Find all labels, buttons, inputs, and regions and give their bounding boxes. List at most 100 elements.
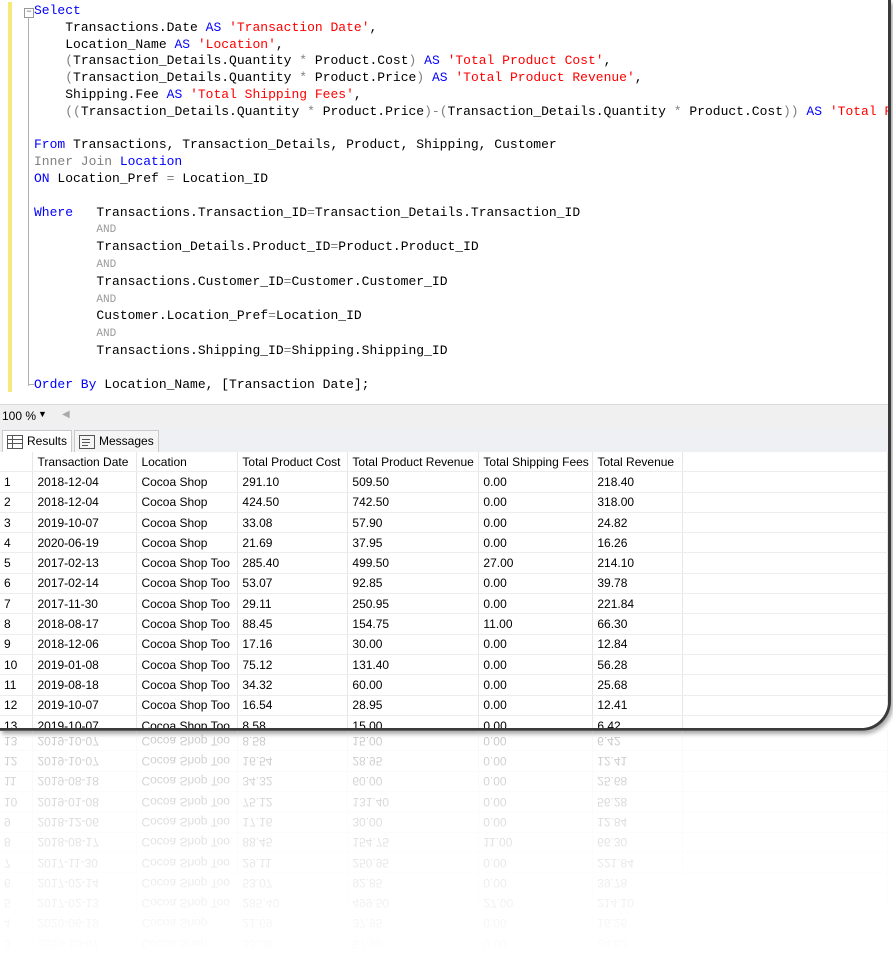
table-cell[interactable]: 15.00 [347, 715, 480, 728]
collapse-toggle-icon[interactable]: − [24, 8, 34, 18]
table-cell[interactable]: 509.50 [347, 471, 480, 493]
column-header[interactable]: Transaction Date [32, 452, 138, 473]
table-cell[interactable]: Cocoa Shop Too [136, 593, 239, 615]
table-cell[interactable]: Cocoa Shop Too [136, 695, 239, 716]
column-header[interactable]: Total Product Revenue [347, 452, 480, 473]
table-cell[interactable]: Cocoa Shop Too [136, 674, 239, 696]
table-cell[interactable]: 92.85 [347, 573, 480, 595]
table-cell[interactable]: 16.26 [592, 532, 684, 554]
table-cell[interactable]: Cocoa Shop Too [136, 654, 239, 676]
table-cell[interactable]: 2020-06-19 [32, 532, 138, 554]
table-cell[interactable]: Cocoa Shop [136, 492, 239, 513]
table-cell[interactable]: 250.95 [347, 593, 480, 615]
table-cell[interactable]: 0.00 [478, 512, 594, 534]
table-cell[interactable]: 214.10 [592, 552, 684, 574]
table-cell[interactable]: Cocoa Shop Too [136, 552, 239, 574]
table-cell[interactable]: 0.00 [478, 634, 594, 655]
table-cell[interactable]: Cocoa Shop Too [136, 715, 239, 728]
table-cell[interactable]: 17.16 [237, 634, 349, 655]
scroll-left-icon[interactable]: ◀ [62, 409, 70, 420]
table-cell[interactable]: 24.82 [592, 512, 684, 534]
row-number[interactable]: 13 [0, 715, 34, 728]
table-cell[interactable]: 154.75 [347, 613, 480, 635]
row-number[interactable]: 11 [0, 674, 34, 696]
table-cell[interactable]: 2019-01-08 [32, 654, 138, 676]
table-row[interactable]: 2 2018-12-04 Cocoa Shop 424.50 742.50 0.00 318… [0, 492, 888, 513]
table-cell[interactable]: 88.45 [237, 613, 349, 635]
table-cell[interactable]: 60.00 [347, 674, 480, 696]
row-number-header[interactable] [0, 452, 34, 473]
table-cell[interactable]: 8.58 [237, 715, 349, 728]
table-cell[interactable]: 30.00 [347, 634, 480, 655]
table-cell[interactable]: 12.41 [592, 695, 684, 716]
row-number[interactable]: 12 [0, 695, 34, 716]
table-cell[interactable]: 33.08 [237, 512, 349, 534]
table-cell[interactable]: 285.40 [237, 552, 349, 574]
query-editor[interactable]: − Select Transactions.Date AS 'Transacti… [0, 0, 888, 400]
table-cell[interactable]: 0.00 [478, 695, 594, 716]
table-cell[interactable]: 0.00 [478, 715, 594, 728]
table-row[interactable]: 1 2018-12-04 Cocoa Shop 291.10 509.50 0.00 218… [0, 471, 888, 493]
table-cell[interactable]: 2017-02-14 [32, 573, 138, 595]
table-row[interactable]: 6 2017-02-14 Cocoa Shop Too 53.07 92.85 0.00 3… [0, 573, 888, 595]
table-cell[interactable]: 34.32 [237, 674, 349, 696]
table-cell[interactable]: Cocoa Shop [136, 532, 239, 554]
table-cell[interactable]: 742.50 [347, 492, 480, 513]
zoom-level[interactable]: 100 % [2, 409, 36, 423]
table-row[interactable]: 8 2018-08-17 Cocoa Shop Too 88.45 154.75 11.0… [0, 613, 888, 635]
table-cell[interactable]: 2019-10-07 [32, 715, 138, 728]
table-cell[interactable]: 28.95 [347, 695, 480, 716]
table-cell[interactable]: 318.00 [592, 492, 684, 513]
table-cell[interactable]: 2018-12-04 [32, 492, 138, 513]
column-header[interactable]: Total Revenue [592, 452, 684, 473]
table-cell[interactable]: 37.95 [347, 532, 480, 554]
tab-results[interactable]: Results [2, 430, 73, 452]
row-number[interactable]: 6 [0, 573, 34, 595]
table-cell[interactable]: Cocoa Shop Too [136, 573, 239, 595]
sql-code[interactable]: Select Transactions.Date AS 'Transaction… [34, 3, 888, 393]
row-number[interactable]: 1 [0, 471, 34, 493]
table-cell[interactable]: 0.00 [478, 532, 594, 554]
table-cell[interactable]: 2018-08-17 [32, 613, 138, 635]
table-cell[interactable]: 2019-10-07 [32, 512, 138, 534]
table-cell[interactable]: 11.00 [478, 613, 594, 635]
table-cell[interactable]: 27.00 [478, 552, 594, 574]
table-cell[interactable]: Cocoa Shop [136, 512, 239, 534]
table-cell[interactable]: Cocoa Shop [136, 471, 239, 493]
row-number[interactable]: 5 [0, 552, 34, 574]
table-row[interactable]: 5 2017-02-13 Cocoa Shop Too 285.40 499.50 27.… [0, 552, 888, 574]
table-row[interactable]: 13 2019-10-07 Cocoa Shop Too 8.58 15.00 0.00 6… [0, 715, 888, 728]
table-cell[interactable]: 53.07 [237, 573, 349, 595]
table-cell[interactable]: 57.90 [347, 512, 480, 534]
table-cell[interactable]: 2019-08-18 [32, 674, 138, 696]
row-number[interactable]: 9 [0, 634, 34, 655]
table-cell[interactable]: 2018-12-04 [32, 471, 138, 493]
results-grid[interactable]: Transaction Date Location Total Product … [0, 452, 888, 728]
table-cell[interactable]: 75.12 [237, 654, 349, 676]
column-header[interactable]: Total Product Cost [237, 452, 349, 473]
row-number[interactable]: 7 [0, 593, 34, 615]
table-cell[interactable]: 0.00 [478, 593, 594, 615]
table-cell[interactable]: 0.00 [478, 471, 594, 493]
table-cell[interactable]: 21.69 [237, 532, 349, 554]
table-cell[interactable]: 2017-11-30 [32, 593, 138, 615]
table-row[interactable]: 3 2019-10-07 Cocoa Shop 33.08 57.90 0.00 24.82 [0, 512, 888, 534]
table-cell[interactable]: 12.84 [592, 634, 684, 655]
table-cell[interactable]: 499.50 [347, 552, 480, 574]
zoom-dropdown-icon[interactable]: ▼ [38, 409, 47, 419]
table-cell[interactable]: 424.50 [237, 492, 349, 513]
table-cell[interactable]: 25.68 [592, 674, 684, 696]
table-cell[interactable]: 6.42 [592, 715, 684, 728]
table-row[interactable]: 9 2018-12-06 Cocoa Shop Too 17.16 30.00 0.00 1… [0, 634, 888, 655]
row-number[interactable]: 8 [0, 613, 34, 635]
table-cell[interactable]: 131.40 [347, 654, 480, 676]
row-number[interactable]: 4 [0, 532, 34, 554]
table-cell[interactable]: 0.00 [478, 654, 594, 676]
table-cell[interactable]: 291.10 [237, 471, 349, 493]
tab-messages[interactable]: Messages [74, 430, 159, 452]
table-cell[interactable]: 2018-12-06 [32, 634, 138, 655]
row-number[interactable]: 3 [0, 512, 34, 534]
table-row[interactable]: 7 2017-11-30 Cocoa Shop Too 29.11 250.95 0.00… [0, 593, 888, 615]
table-row[interactable]: 12 2019-10-07 Cocoa Shop Too 16.54 28.95 0.00… [0, 695, 888, 716]
table-cell[interactable]: 218.40 [592, 471, 684, 493]
